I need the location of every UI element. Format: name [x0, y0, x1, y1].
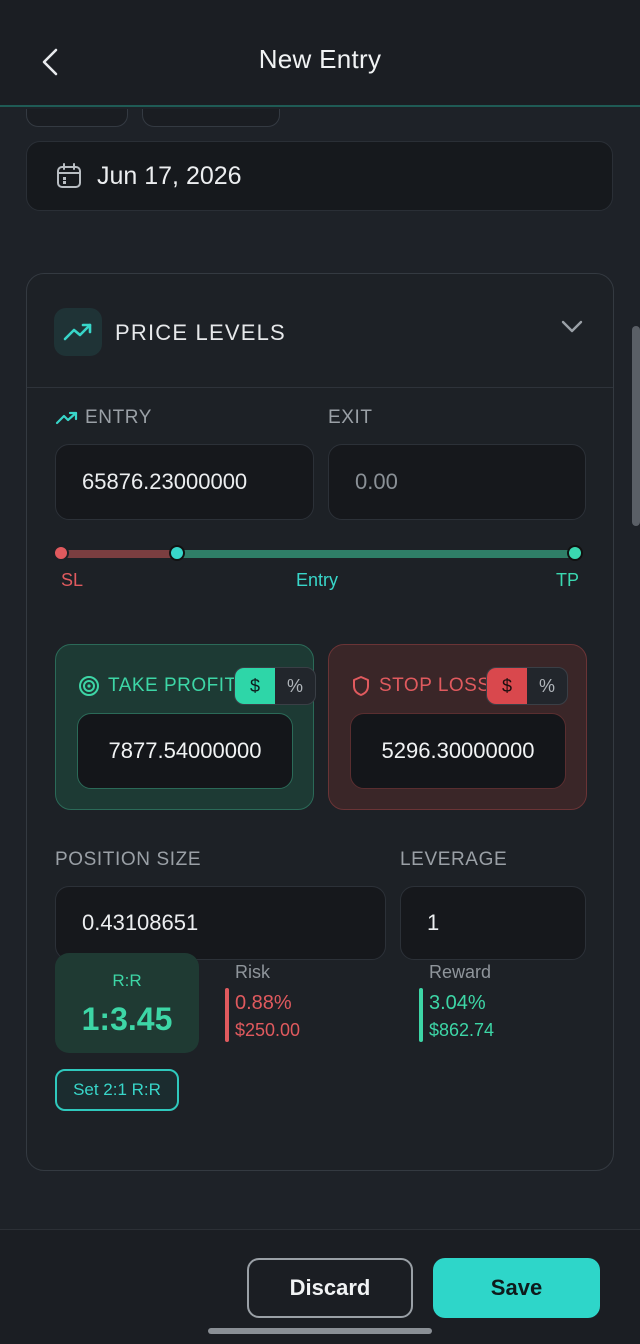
- stop-loss-title: STOP LOSS: [351, 675, 491, 697]
- take-profit-track: [179, 550, 575, 558]
- page-title: New Entry: [258, 44, 382, 74]
- risk-bar: [225, 988, 229, 1042]
- take-profit-label: TAKE PROFIT: [108, 675, 237, 696]
- reward-amount: $862.74: [429, 1020, 495, 1040]
- slider-sl-label: SL: [61, 570, 84, 590]
- discard-button[interactable]: Discard: [247, 1258, 413, 1318]
- slider-entry-label: Entry: [296, 570, 339, 590]
- exit-label: EXIT: [328, 407, 373, 428]
- home-indicator: [208, 1328, 432, 1334]
- stop-loss-input[interactable]: 5296.30000000: [350, 713, 566, 789]
- price-levels-header[interactable]: PRICE LEVELS: [27, 274, 613, 388]
- risk-reward-box: R:R 1:3.45: [55, 953, 199, 1053]
- calendar-icon: [57, 163, 81, 188]
- slider-tp-label: TP: [556, 570, 580, 590]
- reward-percent: 3.04%: [429, 992, 486, 1014]
- price-levels-icon-box: [54, 308, 102, 356]
- risk-label: Risk: [235, 962, 270, 982]
- app-header: New Entry: [0, 0, 640, 107]
- risk-percent: 0.88%: [235, 992, 292, 1014]
- stop-loss-track: [61, 550, 179, 558]
- stop-loss-unit-toggle[interactable]: $ %: [486, 667, 568, 705]
- set-2-1-rr-button[interactable]: Set 2:1 R:R: [55, 1069, 179, 1111]
- entry-label: ENTRY: [55, 407, 152, 429]
- target-icon: [79, 676, 99, 696]
- sl-dollar-option[interactable]: $: [487, 668, 527, 704]
- risk-amount: $250.00: [235, 1020, 301, 1040]
- entry-marker[interactable]: [169, 545, 185, 561]
- footer-actions: Discard Save: [0, 1229, 640, 1344]
- trending-up-icon: [55, 411, 78, 425]
- trending-up-icon: [63, 323, 92, 341]
- take-profit-title: TAKE PROFIT: [78, 675, 237, 697]
- entry-label-text: ENTRY: [85, 407, 153, 428]
- entry-price-input[interactable]: 65876.23000000: [55, 444, 314, 520]
- sl-marker: [53, 545, 69, 561]
- chevron-down-icon[interactable]: [561, 320, 583, 334]
- sl-percent-option[interactable]: %: [527, 668, 567, 704]
- position-size-label: POSITION SIZE: [55, 849, 202, 870]
- position-size-input[interactable]: 0.43108651: [55, 886, 386, 960]
- stop-loss-panel: STOP LOSS $ % 5296.30000000: [328, 644, 587, 810]
- rr-value: 1:3.45: [81, 1001, 173, 1037]
- tp-marker: [567, 545, 583, 561]
- leverage-label: LEVERAGE: [400, 849, 508, 870]
- price-levels-title: PRICE LEVELS: [115, 320, 286, 345]
- take-profit-panel: TAKE PROFIT $ % 7877.54000000: [55, 644, 316, 810]
- tp-dollar-option[interactable]: $: [235, 668, 275, 704]
- shield-icon: [353, 676, 369, 696]
- price-levels-card: PRICE LEVELS ENTRY EXIT 65876.23000000 0…: [26, 273, 614, 1171]
- take-profit-input[interactable]: 7877.54000000: [77, 713, 293, 789]
- scrollbar[interactable]: [632, 326, 640, 526]
- partial-chip[interactable]: [142, 109, 280, 127]
- reward-label: Reward: [429, 962, 492, 982]
- price-range-slider[interactable]: [53, 545, 583, 561]
- date-field[interactable]: Jun 17, 2026: [26, 141, 613, 211]
- exit-price-input[interactable]: 0.00: [328, 444, 586, 520]
- stop-loss-label: STOP LOSS: [379, 675, 491, 696]
- leverage-input[interactable]: 1: [400, 886, 586, 960]
- form-content[interactable]: Jun 17, 2026 PRICE LEVELS ENTRY EXIT 658…: [0, 109, 640, 1229]
- rr-label: R:R: [112, 971, 142, 990]
- date-value: Jun 17, 2026: [97, 161, 242, 190]
- take-profit-unit-toggle[interactable]: $ %: [234, 667, 316, 705]
- partial-chip[interactable]: [26, 109, 128, 127]
- reward-bar: [419, 988, 423, 1042]
- save-button[interactable]: Save: [433, 1258, 600, 1318]
- tp-percent-option[interactable]: %: [275, 668, 315, 704]
